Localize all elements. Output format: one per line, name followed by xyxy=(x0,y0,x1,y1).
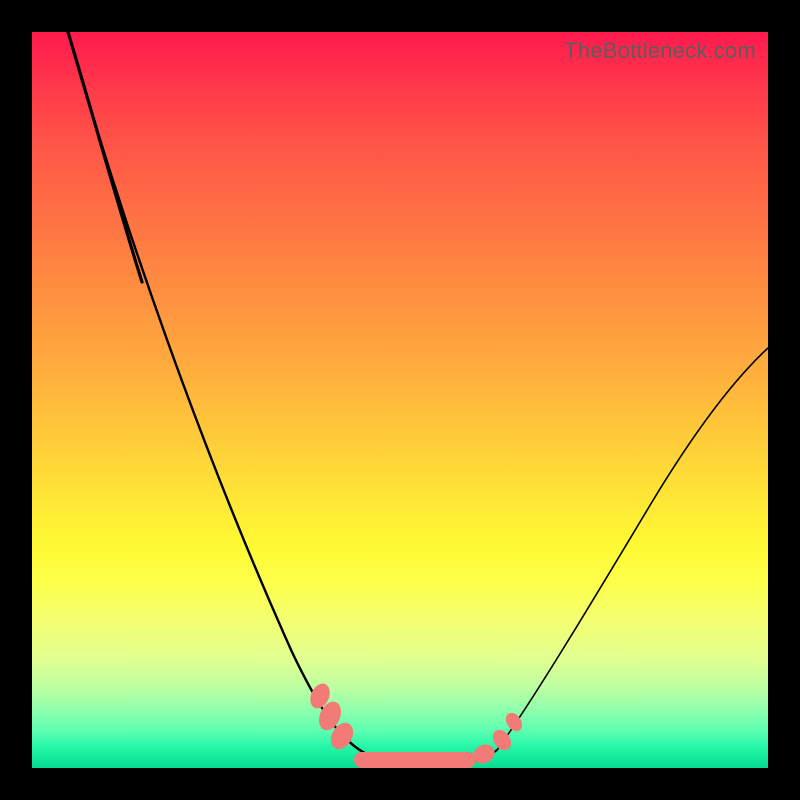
marker-bar xyxy=(354,752,476,768)
plot-area: TheBottleneck.com xyxy=(32,32,768,768)
marker-dot xyxy=(503,710,526,734)
chart-frame: TheBottleneck.com xyxy=(0,0,800,800)
optimal-range-markers xyxy=(306,680,525,768)
marker-layer xyxy=(32,32,768,768)
watermark-text: TheBottleneck.com xyxy=(564,38,756,64)
